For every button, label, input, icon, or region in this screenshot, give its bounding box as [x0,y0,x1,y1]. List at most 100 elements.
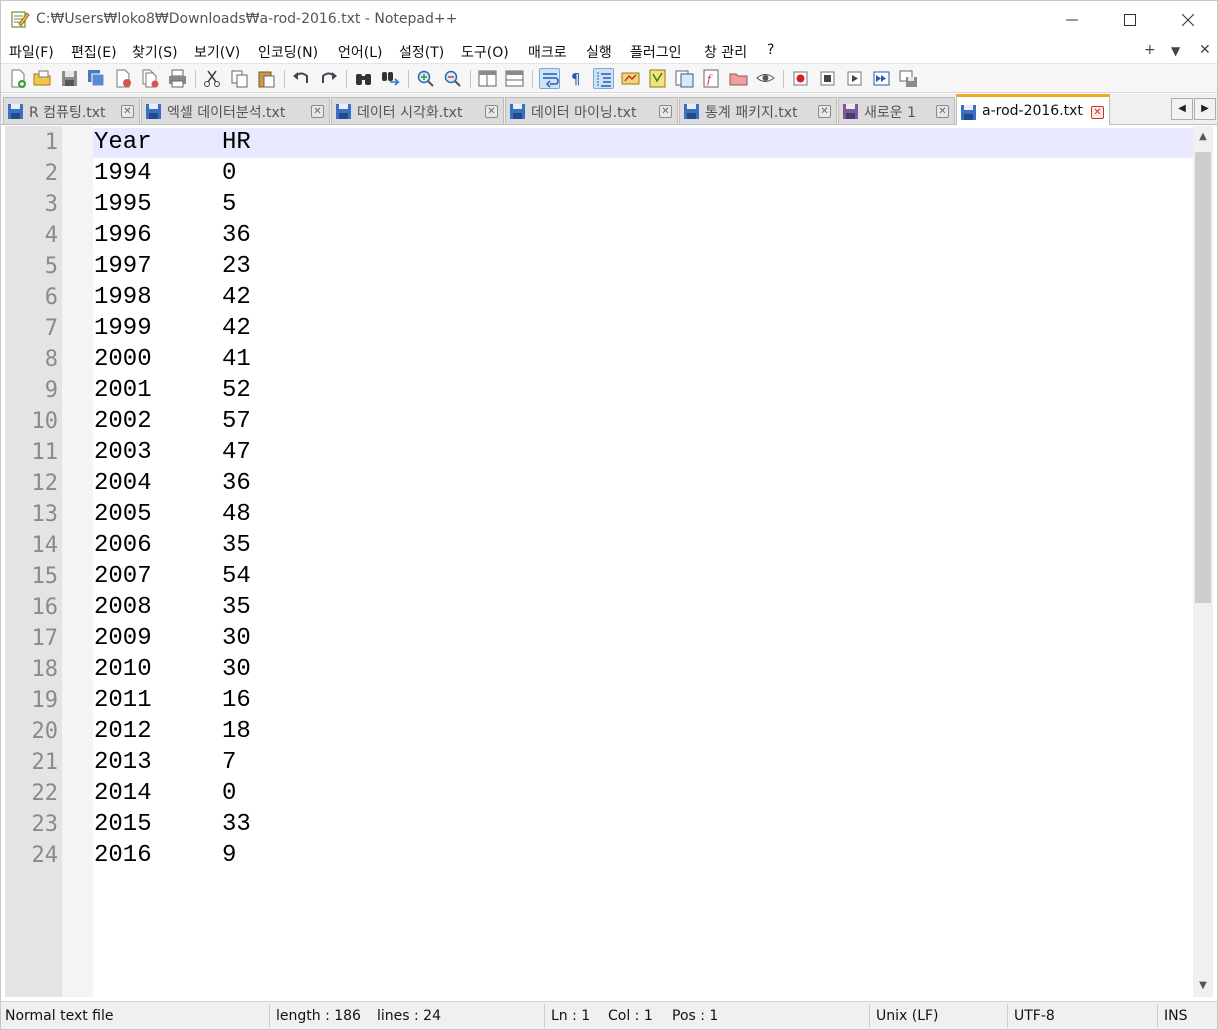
print-button[interactable] [167,68,188,89]
menu-tools[interactable]: 도구(O) [461,42,509,62]
close-file-button[interactable] [113,68,134,89]
tab-scroll-left-button[interactable]: ◀ [1171,98,1193,120]
macro-play-button[interactable] [844,68,865,89]
tab-close-button[interactable]: ✕ [485,105,498,118]
minimize-button[interactable] [1043,1,1101,39]
tab-scroll-right-button[interactable]: ▶ [1194,98,1216,120]
new-file-button[interactable] [7,68,28,89]
zoom-out-button[interactable] [442,68,463,89]
code-line: 2010 30 [94,654,494,685]
menu-help[interactable]: ? [767,42,774,58]
find-button[interactable] [353,68,374,89]
close-all-button[interactable] [140,68,161,89]
status-bar: Normal text file length : 186 lines : 24… [1,1001,1217,1029]
open-file-button[interactable] [32,68,53,89]
tab-data-visualization[interactable]: 데이터 시각화.txt ✕ [331,97,504,124]
column-year: 2008 [94,594,152,621]
tab-close-button[interactable]: ✕ [121,105,134,118]
menu-view[interactable]: 보기(V) [194,42,240,62]
save-button[interactable] [59,68,80,89]
monitoring-button[interactable] [755,68,776,89]
menu-file[interactable]: 파일(F) [9,42,54,62]
code-line: 2005 48 [94,499,494,530]
tab-close-button[interactable]: ✕ [659,105,672,118]
word-wrap-icon [543,73,559,88]
text-editor[interactable]: 1 Year HR 2 1994 0 3 1995 5 4 1996 36 5 1997 23 6 1998 42… [5,126,1193,997]
scroll-up-arrow[interactable]: ▲ [1193,126,1213,148]
line-number: 24 [31,843,59,868]
menu-run[interactable]: 실행 [586,42,612,62]
macro-stop-button[interactable] [817,68,838,89]
save-all-button[interactable] [86,68,107,89]
menu-search[interactable]: 찾기(S) [132,42,178,62]
toolbar-separator [346,70,347,88]
tab-close-button[interactable]: ✕ [936,105,949,118]
menu-settings[interactable]: 설정(T) [399,42,444,62]
open-folder-icon [33,70,51,86]
title-bar: C:₩Users₩loko8₩Downloads₩a-rod-2016.txt … [1,1,1217,39]
menu-window[interactable]: 창 관리 [704,42,747,62]
menu-macro[interactable]: 매크로 [528,42,567,62]
notepad-app-icon [11,11,30,28]
macro-run-multiple-button[interactable] [871,68,892,89]
line-number: 1 [44,130,58,155]
tab-r-computing[interactable]: R 컴퓨팅.txt ✕ [3,97,140,124]
sync-horizontal-button[interactable] [504,68,525,89]
redo-button[interactable] [318,68,339,89]
column-year: 2010 [94,656,152,683]
tab-close-button[interactable]: ✕ [818,105,831,118]
column-year: 2016 [94,842,152,869]
close-window-button[interactable] [1159,1,1217,39]
saved-file-icon [146,104,161,119]
show-all-characters-button[interactable]: ¶ [566,68,587,89]
tab-list-dropdown-button[interactable]: ▼ [1171,44,1180,58]
scrollbar-thumb[interactable] [1195,152,1211,603]
tab-a-rod-2016[interactable]: a-rod-2016.txt ✕ [956,94,1110,125]
indent-guide-toggle[interactable] [593,68,614,89]
maximize-button[interactable] [1101,1,1159,39]
scroll-down-arrow[interactable]: ▼ [1193,975,1213,997]
column-year: 2007 [94,563,152,590]
toolbar-separator [195,70,196,88]
document-list-button[interactable] [674,68,695,89]
tab-statistics-package[interactable]: 통계 패키지.txt ✕ [679,97,837,124]
sync-vertical-button[interactable] [477,68,498,89]
tab-close-button[interactable]: ✕ [311,105,324,118]
document-map-button[interactable] [647,68,668,89]
line-number: 19 [31,688,59,713]
status-separator [869,1004,870,1028]
code-line: 1995 5 [94,189,494,220]
paste-button[interactable] [256,68,277,89]
record-icon [793,71,808,86]
tab-label: R 컴퓨팅.txt [29,105,106,121]
menu-plugins[interactable]: 플러그인 [630,42,682,62]
folder-as-workspace-button[interactable] [728,68,749,89]
tab-data-mining[interactable]: 데이터 마이닝.txt ✕ [505,97,678,124]
menu-encoding[interactable]: 인코딩(N) [258,42,318,62]
tab-label: 엑셀 데이터분석.txt [167,105,286,121]
word-wrap-toggle[interactable] [539,68,560,89]
menu-edit[interactable]: 편집(E) [71,42,117,62]
copy-button[interactable] [229,68,250,89]
line-number: 14 [31,533,59,558]
saved-file-icon [961,105,976,120]
column-hr: 18 [222,718,251,745]
function-list-button[interactable]: f [701,68,722,89]
macro-record-button[interactable] [790,68,811,89]
new-document-plus-button[interactable]: + [1144,42,1156,58]
replace-button[interactable] [380,68,401,89]
cut-button[interactable] [202,68,223,89]
language-define-button[interactable] [620,68,641,89]
play-icon [847,71,862,86]
macro-save-button[interactable] [898,68,919,89]
menu-language[interactable]: 언어(L) [338,42,382,62]
tab-excel-analysis[interactable]: 엑셀 데이터분석.txt ✕ [141,97,330,124]
close-document-button[interactable]: ✕ [1199,42,1211,58]
zoom-in-button[interactable] [415,68,436,89]
status-line-number: Ln : 1 [551,1008,591,1024]
undo-button[interactable] [291,68,312,89]
tab-new-1[interactable]: 새로운 1 ✕ [838,97,955,124]
tab-close-button[interactable]: ✕ [1091,106,1104,119]
tab-label: 새로운 1 [864,105,916,121]
vertical-scrollbar[interactable]: ▲ ▼ [1193,126,1213,997]
